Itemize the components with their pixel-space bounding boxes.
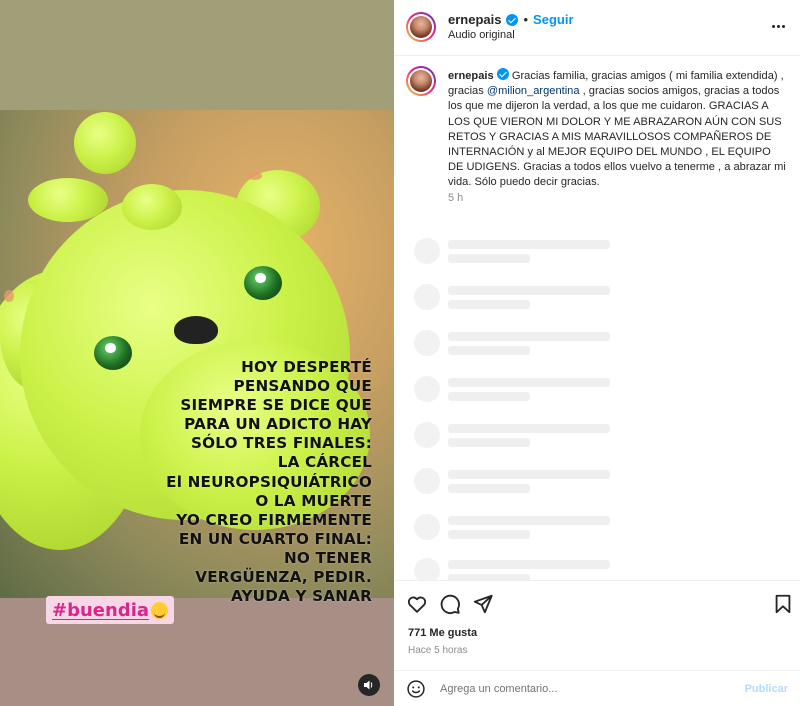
media-background-top bbox=[0, 0, 394, 110]
add-comment-bar: Publicar bbox=[394, 670, 800, 706]
media-overlay-line: PENSANDO QUE bbox=[233, 377, 372, 396]
media-overlay-line: HOY DESPERTÉ bbox=[241, 358, 372, 376]
separator-dot: • bbox=[523, 12, 529, 27]
media-overlay-line: O LA MUERTE bbox=[255, 491, 372, 510]
media-overlay-text: HOY DESPERTÉ PENSANDO QUE SIEMPRE SE DICE … bbox=[112, 358, 372, 606]
comment-loading-placeholder bbox=[414, 284, 714, 318]
media-overlay-line: VERGÜENZA, PEDIR. bbox=[195, 568, 372, 587]
verified-badge-icon bbox=[506, 13, 519, 26]
media-overlay-line: EN UN CUARTO FINAL: bbox=[178, 529, 372, 548]
comment-loading-placeholder bbox=[414, 330, 714, 364]
media-overlay-line: NO TENER bbox=[283, 548, 372, 567]
more-options-button[interactable] bbox=[770, 18, 786, 34]
share-send-icon[interactable] bbox=[472, 593, 494, 615]
comment-loading-placeholder bbox=[414, 376, 714, 410]
caption-text-part2: , gracias socios amigos, gracias a todos… bbox=[448, 85, 786, 189]
media-overlay-line: SÓLO TRES FINALES: bbox=[191, 434, 372, 453]
likes-count[interactable]: 771 Me gusta bbox=[408, 627, 477, 639]
post-timestamp[interactable]: Hace 5 horas bbox=[408, 645, 467, 656]
caption-mention-link[interactable]: @milion_argentina bbox=[487, 85, 580, 97]
avatar[interactable] bbox=[406, 12, 436, 42]
emoji-smiley-icon[interactable] bbox=[406, 679, 426, 699]
volume-button[interactable] bbox=[358, 674, 380, 696]
comment-loading-placeholder bbox=[414, 238, 714, 272]
follow-button[interactable]: Seguir bbox=[533, 12, 573, 27]
comments-section[interactable]: ernepais Gracias familia, gracias amigos… bbox=[394, 56, 800, 580]
hashtag-sticker[interactable]: #buendia bbox=[46, 596, 175, 624]
media-overlay-line: El NEUROPSIQUIÁTRICO bbox=[166, 472, 372, 491]
comment-loading-placeholder bbox=[414, 422, 714, 456]
save-bookmark-icon[interactable] bbox=[772, 593, 794, 615]
caption-avatar[interactable] bbox=[406, 66, 436, 96]
post-details-panel: ernepais • Seguir Audio original ernepai… bbox=[394, 0, 800, 706]
like-heart-icon[interactable] bbox=[406, 593, 428, 615]
more-dots-icon bbox=[771, 24, 775, 28]
publish-button[interactable]: Publicar bbox=[745, 683, 788, 695]
comment-input[interactable] bbox=[440, 679, 730, 699]
comment-loading-placeholder bbox=[414, 468, 714, 502]
audio-label[interactable]: Audio original bbox=[448, 29, 515, 41]
media-overlay-line: YO CREO FIRMEMENTE bbox=[176, 510, 372, 529]
media-overlay-line: LA CÁRCEL bbox=[277, 453, 372, 472]
verified-badge-icon bbox=[496, 68, 509, 80]
caption-username[interactable]: ernepais bbox=[448, 70, 494, 82]
header-username[interactable]: ernepais bbox=[448, 12, 501, 27]
post-caption: ernepais Gracias familia, gracias amigos… bbox=[448, 68, 788, 191]
speaker-icon bbox=[364, 680, 373, 690]
caption-timestamp[interactable]: 5 h bbox=[448, 192, 463, 204]
media-overlay-line: PARA UN ADICTO HAY bbox=[184, 415, 372, 434]
smiling-emoji-icon bbox=[151, 601, 169, 619]
header-user-row: ernepais • Seguir bbox=[448, 12, 574, 27]
post-header: ernepais • Seguir Audio original bbox=[394, 0, 800, 56]
comment-bubble-icon[interactable] bbox=[439, 593, 461, 615]
post-actions: 771 Me gusta Hace 5 horas bbox=[394, 580, 800, 670]
comment-loading-placeholder bbox=[414, 514, 714, 548]
post-media[interactable]: HOY DESPERTÉ PENSANDO QUE SIEMPRE SE DICE … bbox=[0, 0, 394, 706]
hashtag-text: #buendia bbox=[52, 599, 150, 621]
comment-loading-placeholder bbox=[414, 558, 714, 580]
media-overlay-line: SIEMPRE SE DICE QUE bbox=[180, 396, 372, 415]
